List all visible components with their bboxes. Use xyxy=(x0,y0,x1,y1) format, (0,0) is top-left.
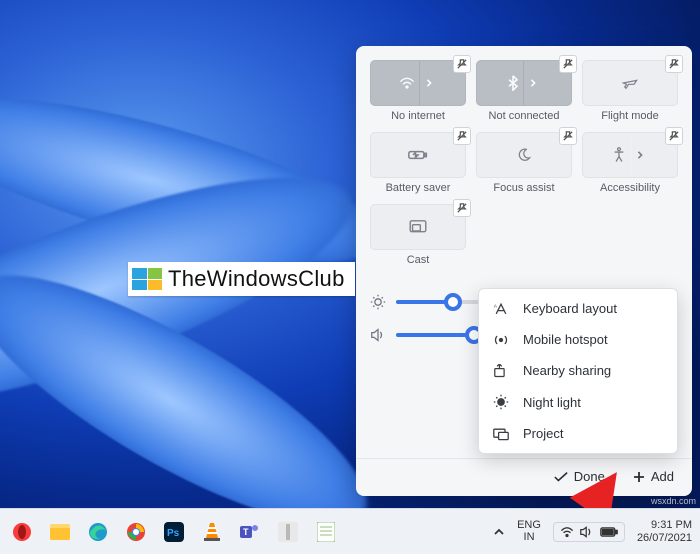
opera-icon[interactable] xyxy=(8,518,36,546)
accessibility-icon xyxy=(612,147,626,163)
notepad-icon[interactable] xyxy=(312,518,340,546)
tile-label: No internet xyxy=(370,110,466,124)
edge-icon[interactable] xyxy=(84,518,112,546)
tile-accessibility-expand[interactable] xyxy=(630,133,648,177)
moon-icon xyxy=(517,148,531,162)
tile-label: Flight mode xyxy=(582,110,678,124)
add-dropdown: A Keyboard layout Mobile hotspot Nearby … xyxy=(478,288,678,454)
volume-icon xyxy=(370,328,386,342)
tile-label: Cast xyxy=(370,254,466,268)
project-icon xyxy=(493,427,511,441)
7zip-icon[interactable] xyxy=(274,518,302,546)
svg-text:A: A xyxy=(494,303,498,309)
tile-label: Not connected xyxy=(476,110,572,124)
dropdown-label: Mobile hotspot xyxy=(523,332,608,347)
tile-bluetooth: Not connected xyxy=(476,60,572,124)
volume-tray-icon xyxy=(580,526,594,538)
dropdown-item-mobile-hotspot[interactable]: Mobile hotspot xyxy=(479,324,677,355)
slider-thumb[interactable] xyxy=(444,293,462,311)
watermark-text: TheWindowsClub xyxy=(168,266,345,292)
wifi-icon xyxy=(399,76,415,90)
tile-bluetooth-expand[interactable] xyxy=(523,61,541,105)
windows-logo-icon xyxy=(132,268,162,290)
tile-label: Battery saver xyxy=(370,182,466,196)
clock-time: 9:31 PM xyxy=(637,519,692,531)
teams-icon[interactable]: T xyxy=(236,518,264,546)
attribution-text: wsxdn.com xyxy=(651,496,696,506)
tile-battery-saver: Battery saver xyxy=(370,132,466,196)
tile-focus-assist: Focus assist xyxy=(476,132,572,196)
dropdown-label: Nearby sharing xyxy=(523,363,611,378)
quick-settings-tiles: No internet Not connected xyxy=(370,60,678,268)
tile-focus-button[interactable] xyxy=(476,132,572,178)
watermark-banner: TheWindowsClub xyxy=(128,262,355,296)
unpin-icon[interactable] xyxy=(453,127,471,145)
lang-secondary: IN xyxy=(517,532,541,544)
plus-icon xyxy=(633,471,645,483)
desktop-root: No internet Not connected xyxy=(0,0,700,554)
clock-date: 26/07/2021 xyxy=(637,532,692,544)
taskbar-left: Ps T xyxy=(8,518,340,546)
dropdown-item-project[interactable]: Project xyxy=(479,418,677,449)
svg-text:T: T xyxy=(243,527,249,537)
tile-bluetooth-button[interactable] xyxy=(476,60,572,106)
cast-icon xyxy=(409,220,427,234)
quick-settings-footer: Done Add xyxy=(356,458,692,496)
wifi-tray-icon xyxy=(560,526,574,538)
taskbar-right: ENG IN 9:31 PM 26/07/2021 xyxy=(493,519,692,543)
tile-wifi-expand[interactable] xyxy=(419,61,437,105)
photoshop-icon[interactable]: Ps xyxy=(160,518,188,546)
vlc-icon[interactable] xyxy=(198,518,226,546)
add-button[interactable]: Add xyxy=(633,469,674,484)
unpin-icon[interactable] xyxy=(665,55,683,73)
dropdown-item-keyboard-layout[interactable]: A Keyboard layout xyxy=(479,293,677,324)
tile-wifi: No internet xyxy=(370,60,466,124)
check-icon xyxy=(554,471,568,483)
tile-cast: Cast xyxy=(370,204,466,268)
taskbar: Ps T ENG IN xyxy=(0,508,700,554)
unpin-icon[interactable] xyxy=(453,55,471,73)
night-light-icon xyxy=(493,394,511,410)
tile-wifi-button[interactable] xyxy=(370,60,466,106)
unpin-icon[interactable] xyxy=(559,127,577,145)
battery-tray-icon xyxy=(600,527,618,537)
dropdown-item-night-light[interactable]: Night light xyxy=(479,386,677,418)
hotspot-icon xyxy=(493,333,511,347)
dropdown-label: Project xyxy=(523,426,563,441)
language-switcher[interactable]: ENG IN xyxy=(517,520,541,543)
unpin-icon[interactable] xyxy=(453,199,471,217)
svg-text:Ps: Ps xyxy=(167,528,180,539)
bluetooth-icon xyxy=(507,75,519,91)
taskbar-clock[interactable]: 9:31 PM 26/07/2021 xyxy=(637,519,692,543)
system-tray[interactable] xyxy=(553,522,625,542)
tile-flight-mode: Flight mode xyxy=(582,60,678,124)
quick-settings-panel: No internet Not connected xyxy=(356,46,692,496)
unpin-icon[interactable] xyxy=(665,127,683,145)
nearby-share-icon xyxy=(493,364,511,378)
tile-label: Focus assist xyxy=(476,182,572,196)
done-label: Done xyxy=(574,469,605,484)
tile-accessibility: Accessibility xyxy=(582,132,678,196)
dropdown-label: Keyboard layout xyxy=(523,301,617,316)
dropdown-item-nearby-sharing[interactable]: Nearby sharing xyxy=(479,355,677,386)
lang-primary: ENG xyxy=(517,520,541,532)
keyboard-layout-icon: A xyxy=(493,302,511,316)
tray-chevron-icon[interactable] xyxy=(493,527,505,537)
explorer-icon[interactable] xyxy=(46,518,74,546)
tile-flight-button[interactable] xyxy=(582,60,678,106)
dropdown-label: Night light xyxy=(523,395,581,410)
add-label: Add xyxy=(651,469,674,484)
tile-cast-button[interactable] xyxy=(370,204,466,250)
tile-accessibility-button[interactable] xyxy=(582,132,678,178)
battery-saver-icon xyxy=(408,149,428,161)
unpin-icon[interactable] xyxy=(559,55,577,73)
done-button[interactable]: Done xyxy=(554,469,605,484)
chrome-icon[interactable] xyxy=(122,518,150,546)
tile-battery-button[interactable] xyxy=(370,132,466,178)
airplane-icon xyxy=(622,76,638,90)
tile-label: Accessibility xyxy=(582,182,678,196)
brightness-icon xyxy=(370,294,386,310)
